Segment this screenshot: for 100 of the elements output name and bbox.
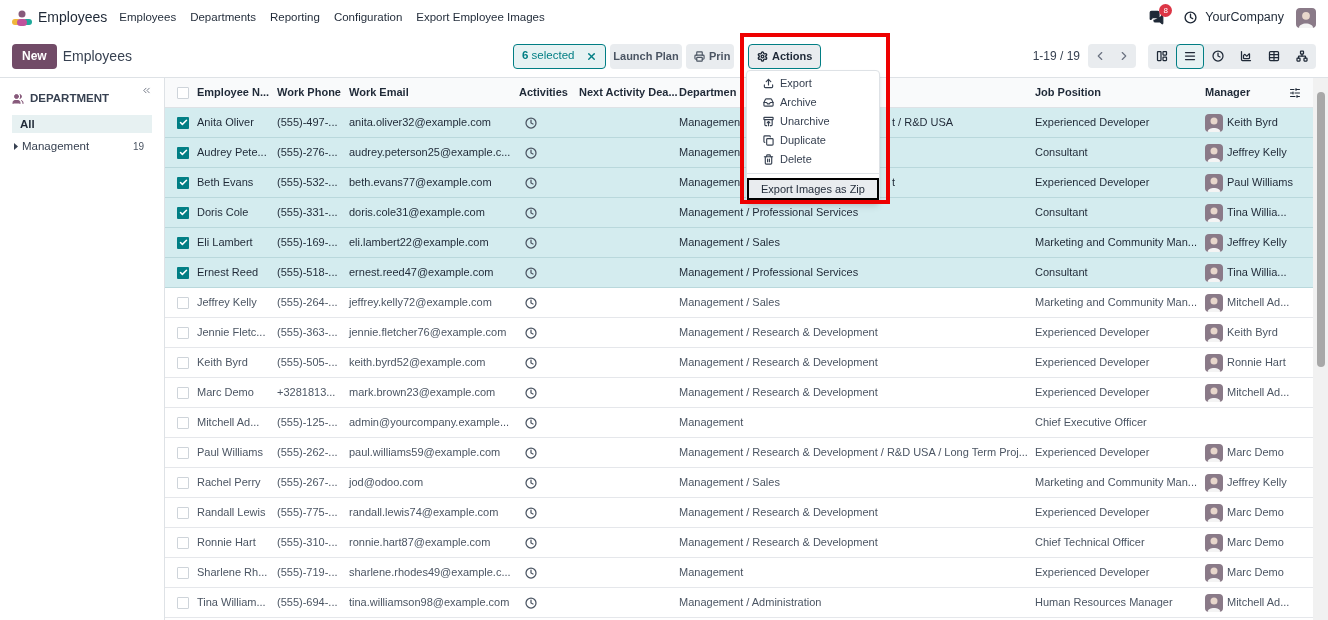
table-cell: Experienced Developer: [1035, 116, 1150, 129]
menu-item[interactable]: Unarchive: [747, 112, 879, 131]
clock-icon[interactable]: [525, 116, 537, 129]
column-header[interactable]: Job Position: [1035, 86, 1101, 99]
table-cell: Experienced Developer: [1035, 446, 1150, 459]
row-checkbox[interactable]: [177, 266, 189, 279]
actions-button[interactable]: Actions: [748, 43, 822, 69]
column-settings-icon[interactable]: [1289, 86, 1301, 99]
row-checkbox[interactable]: [177, 356, 189, 369]
table-cell: Human Resources Manager: [1035, 596, 1173, 609]
row-checkbox[interactable]: [177, 146, 189, 159]
table-cell: Management / Research & Development: [679, 386, 878, 399]
table-cell: (555)-505-...: [277, 356, 338, 369]
column-header[interactable]: Work Phone: [277, 86, 341, 99]
column-header[interactable]: Next Activity Dea...: [579, 86, 678, 99]
table-row[interactable]: Doris Cole (555)-331-... doris.cole31@example.com Management / Professional Services Consultant Tina Willia...: [165, 198, 1313, 228]
network-icon: [1296, 50, 1308, 62]
avatar-icon: [1205, 353, 1223, 372]
row-checkbox[interactable]: [177, 566, 189, 579]
table-row[interactable]: Eli Lambert (555)-169-... eli.lambert22@example.com Management / Sales Marketing and Community Man... Jeffrey Kelly: [165, 228, 1313, 258]
row-checkbox[interactable]: [177, 596, 189, 609]
department-filter-item[interactable]: Management 19: [12, 137, 152, 156]
menu-item[interactable]: Export Employee Images: [416, 8, 545, 27]
clock-icon[interactable]: [525, 146, 537, 159]
chat-icon[interactable]: [1149, 10, 1165, 25]
table-cell: Ernest Reed: [197, 266, 259, 279]
clock-icon[interactable]: [525, 296, 537, 309]
table-cell: Rachel Perry: [197, 476, 261, 489]
clock-icon[interactable]: [525, 416, 537, 429]
printer-icon: [694, 50, 705, 62]
app-name[interactable]: Employees: [38, 7, 108, 28]
table-cell-text: Mitchell Ad...: [1227, 385, 1290, 401]
menu-item[interactable]: Employees: [119, 8, 177, 27]
table-cell: doris.cole31@example.com: [349, 206, 485, 219]
menu-item[interactable]: Export: [747, 74, 879, 93]
launch-plan-button[interactable]: Launch Plan: [610, 43, 682, 69]
clock-icon[interactable]: [525, 386, 537, 399]
clock-icon[interactable]: [525, 506, 537, 519]
column-header[interactable]: Manager: [1205, 84, 1251, 101]
row-checkbox[interactable]: [177, 116, 189, 129]
avatar-icon: [1205, 323, 1223, 342]
table-cell-text: Keith Byrd: [1227, 115, 1278, 131]
table-cell: tina.williamson98@example.com: [349, 596, 510, 609]
kanban-icon: [1156, 50, 1168, 62]
clock-icon[interactable]: [525, 356, 537, 369]
table-cell: randall.lewis74@example.com: [349, 506, 499, 519]
row-checkbox[interactable]: [177, 446, 189, 459]
clock-icon[interactable]: [525, 326, 537, 339]
menu-item[interactable]: Export Images as Zip: [747, 178, 879, 200]
print-button[interactable]: Prin: [686, 43, 734, 69]
clock-icon[interactable]: [525, 206, 537, 219]
menu-item[interactable]: Departments: [190, 8, 256, 27]
company-name[interactable]: YourCompany: [1205, 8, 1284, 27]
row-checkbox[interactable]: [177, 416, 189, 429]
row-checkbox[interactable]: [177, 476, 189, 489]
clock-icon[interactable]: [525, 536, 537, 549]
row-checkbox[interactable]: [177, 176, 189, 189]
column-header[interactable]: Employee N...: [197, 86, 270, 99]
table-cell-text: Marc Demo: [1227, 445, 1284, 461]
select-all-checkbox[interactable]: [177, 86, 189, 99]
unarchive-icon: [763, 116, 774, 127]
table-cell: Experienced Developer: [1035, 326, 1150, 339]
table-row[interactable]: Ernest Reed (555)-518-... ernest.reed47@example.com Management / Professional Services Consultant Tina Willia...: [165, 258, 1313, 288]
column-header[interactable]: Work Email: [349, 86, 409, 99]
row-checkbox[interactable]: [177, 236, 189, 249]
table-cell: Jeffrey Kelly: [197, 296, 257, 309]
avatar-icon: [1205, 503, 1223, 522]
table-cell: (555)-363-...: [277, 326, 338, 339]
clock-icon[interactable]: [525, 236, 537, 249]
column-header[interactable]: Departmen: [679, 86, 737, 99]
clock-icon[interactable]: [525, 446, 537, 459]
clock-icon[interactable]: [525, 566, 537, 579]
menu-item[interactable]: Reporting: [270, 8, 320, 27]
menu-item[interactable]: Configuration: [333, 8, 403, 27]
column-header[interactable]: Activities: [519, 86, 568, 99]
scrollbar[interactable]: [1313, 78, 1328, 620]
row-checkbox[interactable]: [177, 326, 189, 339]
row-checkbox[interactable]: [177, 206, 189, 219]
row-checkbox[interactable]: [177, 536, 189, 549]
row-checkbox[interactable]: [177, 296, 189, 309]
clock-icon[interactable]: [525, 596, 537, 609]
clock-icon[interactable]: [525, 176, 537, 189]
clock-icon[interactable]: [525, 476, 537, 489]
menu-item[interactable]: Delete: [747, 150, 879, 169]
table-cell: Management: [679, 566, 744, 579]
table-cell: Management / Research & Development: [679, 326, 878, 339]
department-filter-item[interactable]: All: [12, 115, 152, 134]
clock-icon: [1212, 50, 1224, 62]
app-logo-icon[interactable]: [12, 9, 32, 26]
selection-indicator[interactable]: 6 selected: [513, 43, 606, 69]
clock-icon[interactable]: [1184, 11, 1198, 24]
close-icon[interactable]: [586, 50, 597, 62]
table-cell: Doris Cole: [197, 206, 249, 219]
pager-value[interactable]: 1-19 / 19: [1032, 47, 1080, 65]
table-cell-text: Jeffrey Kelly: [1227, 145, 1287, 161]
new-button[interactable]: New: [12, 43, 57, 69]
row-checkbox[interactable]: [177, 386, 189, 399]
clock-icon[interactable]: [525, 266, 537, 279]
view-switch-button[interactable]: [1176, 43, 1204, 69]
row-checkbox[interactable]: [177, 506, 189, 519]
